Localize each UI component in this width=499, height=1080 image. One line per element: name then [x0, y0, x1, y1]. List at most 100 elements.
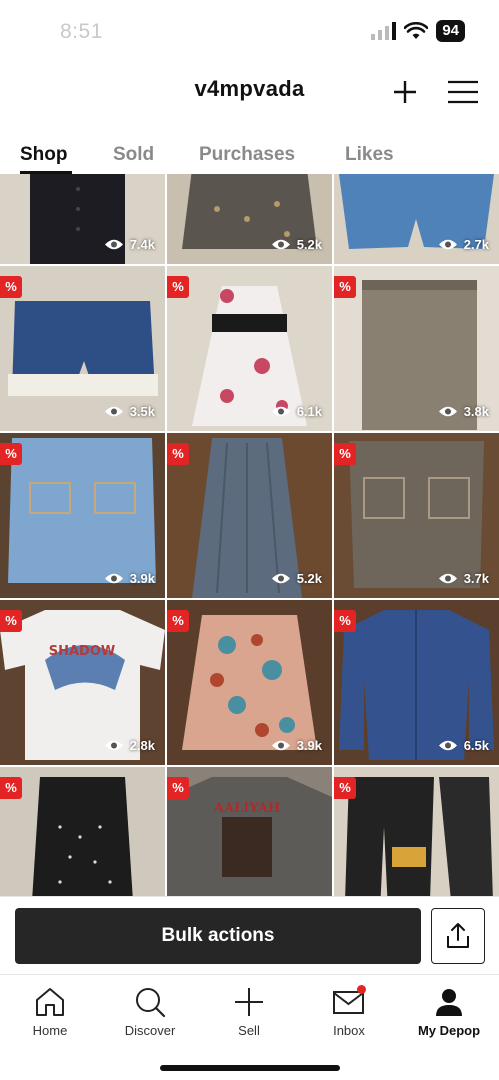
discount-badge: % — [0, 276, 22, 298]
bulk-actions-button[interactable]: Bulk actions — [15, 908, 421, 964]
eye-icon — [104, 239, 123, 250]
view-count: 2.7k — [438, 237, 489, 252]
listing-tile[interactable]: % 3.9k — [0, 433, 165, 598]
tab-likes[interactable]: Likes — [345, 144, 394, 166]
tab-purchases[interactable]: Purchases — [199, 144, 295, 166]
battery-indicator: 94 — [436, 20, 465, 42]
listing-tile[interactable]: % — [0, 767, 165, 896]
page-title: v4mpvada — [194, 76, 305, 101]
plus-icon — [235, 988, 263, 1016]
status-bar: 8:51 94 — [0, 0, 499, 64]
discount-badge: % — [334, 443, 356, 465]
home-icon — [36, 988, 64, 1016]
listing-tile[interactable]: AALIYAH % — [167, 767, 332, 896]
eye-icon — [104, 406, 123, 417]
menu-button[interactable] — [445, 74, 481, 110]
listing-tile[interactable]: 5.2k — [167, 174, 332, 264]
add-listing-button[interactable] — [387, 74, 423, 110]
view-count: 3.8k — [438, 404, 489, 419]
view-count-value: 3.9k — [129, 571, 155, 586]
discount-badge: % — [167, 610, 189, 632]
eye-icon — [271, 239, 290, 250]
profile-icon — [436, 989, 462, 1016]
view-count: 5.2k — [271, 571, 322, 586]
view-count: 3.9k — [104, 571, 155, 586]
listing-grid: 7.4k 5.2k 2.7k % 3.5k % 6.1k % 3.8k % 3.… — [0, 174, 499, 896]
listing-tile[interactable]: % 3.7k — [334, 433, 499, 598]
view-count-value: 3.8k — [463, 404, 489, 419]
view-count-value: 7.4k — [129, 237, 155, 252]
view-count: 3.5k — [104, 404, 155, 419]
listing-tile[interactable]: % — [334, 767, 499, 896]
nav-my-depop[interactable]: My Depop — [399, 985, 499, 1038]
view-count: 3.9k — [271, 738, 322, 753]
discount-badge: % — [334, 610, 356, 632]
discount-badge: % — [334, 777, 356, 799]
home-indicator — [160, 1065, 340, 1071]
listing-tile[interactable]: % 3.5k — [0, 266, 165, 431]
view-count: 6.5k — [438, 738, 489, 753]
nav-sell[interactable]: Sell — [199, 985, 299, 1038]
view-count: 6.1k — [271, 404, 322, 419]
tab-sold[interactable]: Sold — [113, 144, 154, 166]
view-count-value: 2.7k — [463, 237, 489, 252]
listing-tile[interactable]: % 3.9k — [167, 600, 332, 765]
search-icon — [136, 988, 166, 1018]
listing-tile[interactable]: % 6.1k — [167, 266, 332, 431]
listing-tile[interactable]: % 3.8k — [334, 266, 499, 431]
view-count: 5.2k — [271, 237, 322, 252]
action-bar: Bulk actions — [0, 896, 499, 974]
listing-photo — [334, 767, 499, 896]
discount-badge: % — [0, 443, 22, 465]
view-count-value: 2.8k — [129, 738, 155, 753]
share-icon — [447, 923, 469, 948]
eye-icon — [271, 406, 290, 417]
nav-label: Home — [32, 1023, 68, 1038]
view-count-value: 3.9k — [296, 738, 322, 753]
listing-tile[interactable]: 7.4k — [0, 174, 165, 264]
eye-icon — [438, 406, 457, 417]
nav-inbox[interactable]: Inbox — [299, 985, 399, 1038]
discount-badge: % — [0, 777, 22, 799]
bottom-nav: Home Discover Sell Inbox My Depop — [0, 974, 499, 1080]
nav-label: Sell — [238, 1023, 260, 1038]
listing-tile[interactable]: % 6.5k — [334, 600, 499, 765]
nav-label: My Depop — [417, 1023, 481, 1038]
tab-shop[interactable]: Shop — [20, 144, 68, 166]
listing-photo — [0, 767, 165, 896]
status-icons: 94 — [370, 20, 465, 42]
view-count-value: 5.2k — [296, 571, 322, 586]
view-count-value: 3.5k — [129, 404, 155, 419]
eye-icon — [438, 740, 457, 751]
listing-photo: AALIYAH — [167, 767, 332, 896]
discount-badge: % — [334, 276, 356, 298]
notification-dot — [357, 985, 366, 994]
nav-label: Inbox — [333, 1023, 365, 1038]
menu-icon — [448, 80, 478, 104]
view-count-value: 6.5k — [463, 738, 489, 753]
signal-icon — [371, 22, 397, 40]
nav-home[interactable]: Home — [0, 985, 100, 1038]
listing-tile[interactable]: 2.7k — [334, 174, 499, 264]
listing-tile[interactable]: % 5.2k — [167, 433, 332, 598]
profile-tabs: Shop Sold Purchases Likes — [0, 140, 499, 174]
status-time: 8:51 — [60, 20, 103, 43]
eye-icon — [104, 740, 123, 751]
share-button[interactable] — [431, 908, 485, 964]
discount-badge: % — [167, 443, 189, 465]
listing-tile[interactable]: SHADOW % 2.8k — [0, 600, 165, 765]
view-count: 3.7k — [438, 571, 489, 586]
shirt-print-text: AALIYAH — [213, 801, 280, 816]
shirt-print-text: SHADOW — [49, 644, 116, 659]
eye-icon — [438, 573, 457, 584]
discount-badge: % — [0, 610, 22, 632]
view-count-value: 3.7k — [463, 571, 489, 586]
eye-icon — [438, 239, 457, 250]
view-count-value: 5.2k — [296, 237, 322, 252]
view-count-value: 6.1k — [296, 404, 322, 419]
view-count: 2.8k — [104, 738, 155, 753]
view-count: 7.4k — [104, 237, 155, 252]
nav-discover[interactable]: Discover — [100, 985, 200, 1038]
plus-icon — [394, 81, 416, 103]
eye-icon — [271, 573, 290, 584]
